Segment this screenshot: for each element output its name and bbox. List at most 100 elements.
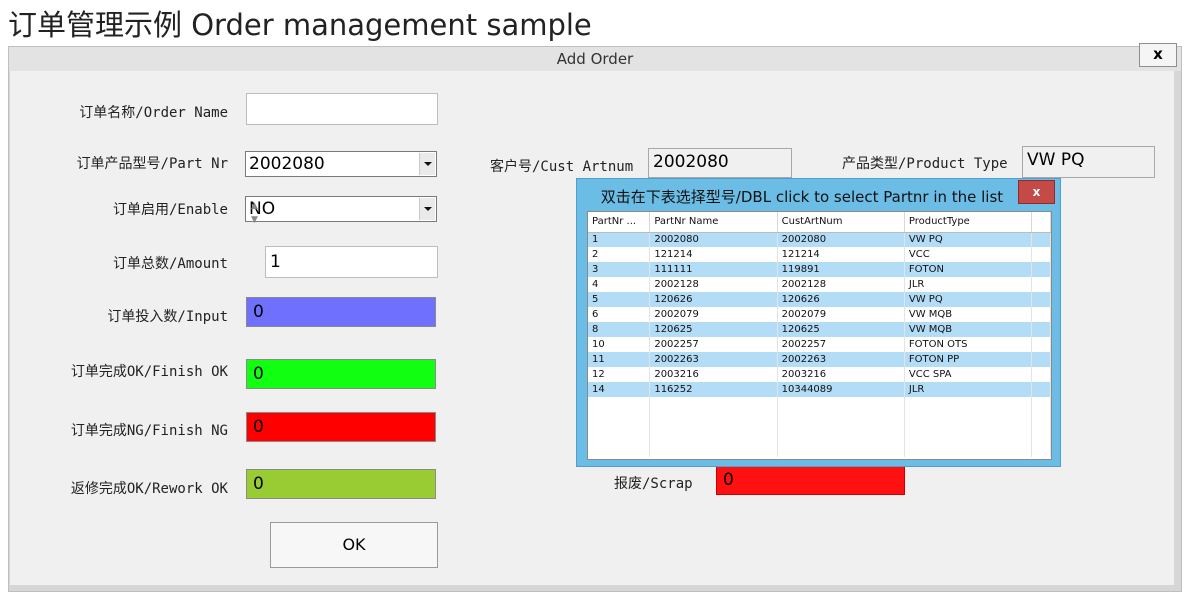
table-cell: 121214 bbox=[777, 247, 905, 262]
table-cell: 121214 bbox=[649, 247, 778, 262]
amount-label: 订单总数/Amount bbox=[112, 256, 228, 272]
window-titlebar[interactable]: Add Order bbox=[9, 47, 1181, 71]
amount-input[interactable]: 1 bbox=[265, 246, 438, 278]
table-cell: 116252 bbox=[649, 382, 778, 397]
table-cell: 2002128 bbox=[649, 277, 778, 292]
column-header[interactable]: PartNr Name bbox=[649, 212, 778, 233]
table-cell: 2003216 bbox=[649, 367, 778, 382]
table-cell-filler bbox=[1031, 232, 1051, 247]
column-header[interactable]: PartNr ... bbox=[588, 212, 651, 233]
empty-row bbox=[588, 442, 1051, 457]
table-row[interactable]: 3 111111 119891 FOTON bbox=[588, 262, 1051, 277]
table-row[interactable]: 11 2002263 2002263 FOTON PP bbox=[588, 352, 1051, 367]
order-name-label: 订单名称/Order Name bbox=[79, 105, 228, 121]
table-cell: FOTON OTS bbox=[904, 337, 1033, 352]
ok-button[interactable]: OK bbox=[270, 522, 438, 568]
table-cell: VW MQB bbox=[904, 307, 1033, 322]
popup-title: 双击在下表选择型号/DBL click to select Partnr in … bbox=[600, 188, 1004, 206]
cust-artnum-field: 2002080 bbox=[648, 148, 792, 178]
table-row[interactable]: 14 116252 10344089 JLR bbox=[588, 382, 1051, 397]
table-cell: 10344089 bbox=[777, 382, 905, 397]
table-cell-empty bbox=[1031, 427, 1051, 442]
table-cell-empty bbox=[904, 397, 1033, 412]
table-row[interactable]: 10 2002257 2002257 FOTON OTS bbox=[588, 337, 1051, 352]
table-cell-empty bbox=[777, 442, 905, 457]
input-label: 订单投入数/Input bbox=[107, 309, 228, 325]
table-row[interactable]: 12 2003216 2003216 VCC SPA bbox=[588, 367, 1051, 382]
table-cell-empty bbox=[1031, 442, 1051, 457]
table-row[interactable]: 5 120626 120626 VW PQ bbox=[588, 292, 1051, 307]
empty-row bbox=[588, 397, 1051, 412]
table-cell: VW MQB bbox=[904, 322, 1033, 337]
table-cell: 2002079 bbox=[649, 307, 778, 322]
amount-stepper[interactable]: ▲ ▼ bbox=[248, 198, 264, 230]
table-cell: FOTON PP bbox=[904, 352, 1033, 367]
up-arrow-icon[interactable]: ▲ bbox=[251, 201, 258, 211]
scrap-label: 报废/Scrap bbox=[614, 476, 693, 492]
table-cell: 3 bbox=[588, 262, 651, 277]
table-cell-empty bbox=[904, 427, 1033, 442]
input-count-box: 0 bbox=[246, 297, 436, 327]
window-title: Add Order bbox=[556, 50, 634, 68]
table-cell-filler bbox=[1031, 262, 1051, 277]
table-cell-empty bbox=[649, 397, 778, 412]
table-cell-filler bbox=[1031, 337, 1051, 352]
table-row[interactable]: 1 2002080 2002080 VW PQ bbox=[588, 232, 1051, 247]
table-cell: 1 bbox=[588, 232, 651, 247]
table-cell: 2002263 bbox=[777, 352, 905, 367]
table-cell: 12 bbox=[588, 367, 651, 382]
chevron-down-icon[interactable] bbox=[419, 198, 435, 220]
part-nr-label: 订单产品型号/Part Nr bbox=[76, 156, 228, 172]
table-row[interactable]: 2 121214 121214 VCC bbox=[588, 247, 1051, 262]
chevron-down-icon[interactable] bbox=[419, 153, 435, 175]
column-header[interactable]: CustArtNum bbox=[777, 212, 905, 233]
finish-ok-label: 订单完成OK/Finish OK bbox=[70, 364, 228, 380]
table-cell: 2003216 bbox=[777, 367, 905, 382]
window-close-button[interactable]: x bbox=[1139, 43, 1177, 67]
table-cell-empty bbox=[777, 427, 905, 442]
table-cell: 2002257 bbox=[649, 337, 778, 352]
column-header-filler bbox=[1031, 212, 1051, 233]
table-cell: 5 bbox=[588, 292, 651, 307]
page-title: 订单管理示例 Order management sample bbox=[8, 8, 592, 42]
empty-row bbox=[588, 427, 1051, 442]
partnr-grid[interactable]: PartNr ... PartNr Name CustArtNum Produc… bbox=[587, 211, 1052, 460]
popup-close-button[interactable]: x bbox=[1018, 180, 1055, 204]
table-body: 1 2002080 2002080 VW PQ 2 121214 121214 VCC 3 111… bbox=[588, 232, 1051, 457]
table-cell: 111111 bbox=[649, 262, 778, 277]
partnr-table: PartNr ... PartNr Name CustArtNum Produc… bbox=[588, 212, 1051, 457]
table-cell-empty bbox=[649, 427, 778, 442]
table-cell: 2002080 bbox=[777, 232, 905, 247]
table-cell: 10 bbox=[588, 337, 651, 352]
table-row[interactable]: 8 120625 120625 VW MQB bbox=[588, 322, 1051, 337]
enable-select[interactable]: NO bbox=[245, 196, 437, 222]
table-cell: VW PQ bbox=[904, 232, 1033, 247]
table-row[interactable]: 4 2002128 2002128 JLR bbox=[588, 277, 1051, 292]
part-nr-select[interactable]: 2002080 bbox=[245, 151, 437, 177]
table-cell-filler bbox=[1031, 382, 1051, 397]
cust-artnum-label: 客户号/Cust Artnum bbox=[490, 159, 634, 175]
table-cell-filler bbox=[1031, 247, 1051, 262]
table-cell: FOTON bbox=[904, 262, 1033, 277]
table-cell: 2 bbox=[588, 247, 651, 262]
down-arrow-icon[interactable]: ▼ bbox=[251, 215, 258, 225]
table-cell: JLR bbox=[904, 382, 1033, 397]
table-row[interactable]: 6 2002079 2002079 VW MQB bbox=[588, 307, 1051, 322]
table-cell-empty bbox=[777, 412, 905, 427]
table-cell-filler bbox=[1031, 322, 1051, 337]
order-name-input[interactable] bbox=[246, 93, 438, 125]
table-cell-filler bbox=[1031, 292, 1051, 307]
part-nr-value: 2002080 bbox=[249, 154, 325, 174]
table-cell: 119891 bbox=[777, 262, 905, 277]
product-type-label: 产品类型/Product Type bbox=[842, 156, 1008, 172]
scrap-box: 0 bbox=[716, 465, 905, 495]
table-cell: 120626 bbox=[777, 292, 905, 307]
table-cell: 11 bbox=[588, 352, 651, 367]
table-cell: VCC bbox=[904, 247, 1033, 262]
table-cell: VW PQ bbox=[904, 292, 1033, 307]
enable-label: 订单启用/Enable bbox=[112, 202, 228, 218]
table-cell-filler bbox=[1031, 352, 1051, 367]
table-cell: 2002263 bbox=[649, 352, 778, 367]
column-header[interactable]: ProductType bbox=[904, 212, 1033, 233]
table-cell-empty bbox=[588, 412, 651, 427]
